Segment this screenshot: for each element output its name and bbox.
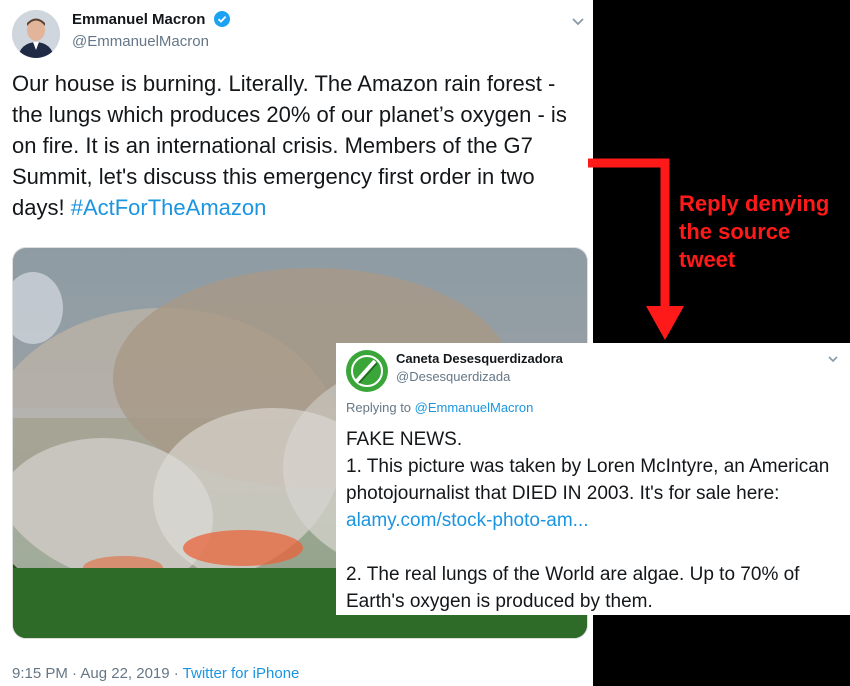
reply-author-name[interactable]: Caneta Desesquerdizadora (396, 351, 563, 366)
timestamp-text[interactable]: 9:15 PM · Aug 22, 2019 · (12, 665, 183, 682)
annotation-label: Reply denying the source tweet (679, 191, 830, 272)
stock-photo-link[interactable]: alamy.com/stock-photo-am... (346, 510, 589, 531)
tweet-timestamp: 9:15 PM · Aug 22, 2019 · Twitter for iPh… (12, 665, 299, 682)
chevron-down-icon[interactable] (571, 14, 585, 32)
reply-avatar[interactable] (346, 350, 388, 392)
mention-link[interactable]: @EmmanuelMacron (415, 400, 534, 415)
hashtag-link[interactable]: #ActForTheAmazon (71, 195, 267, 220)
replying-to: Replying to @EmmanuelMacron (346, 400, 534, 415)
avatar-macron[interactable] (12, 10, 60, 58)
reply-text: FAKE NEWS. 1. This picture was taken by … (346, 429, 830, 612)
chevron-down-icon[interactable] (827, 351, 839, 369)
verified-badge-icon (213, 11, 230, 31)
reply-tweet: Caneta Desesquerdizadora @Desesquerdizad… (336, 343, 850, 615)
author-name[interactable]: Emmanuel Macron (72, 11, 230, 31)
reply-author-handle[interactable]: @Desesquerdizada (396, 369, 510, 384)
author-handle[interactable]: @EmmanuelMacron (72, 33, 209, 50)
tweet-text: Our house is burning. Literally. The Ama… (12, 71, 567, 220)
source-link[interactable]: Twitter for iPhone (183, 665, 300, 682)
